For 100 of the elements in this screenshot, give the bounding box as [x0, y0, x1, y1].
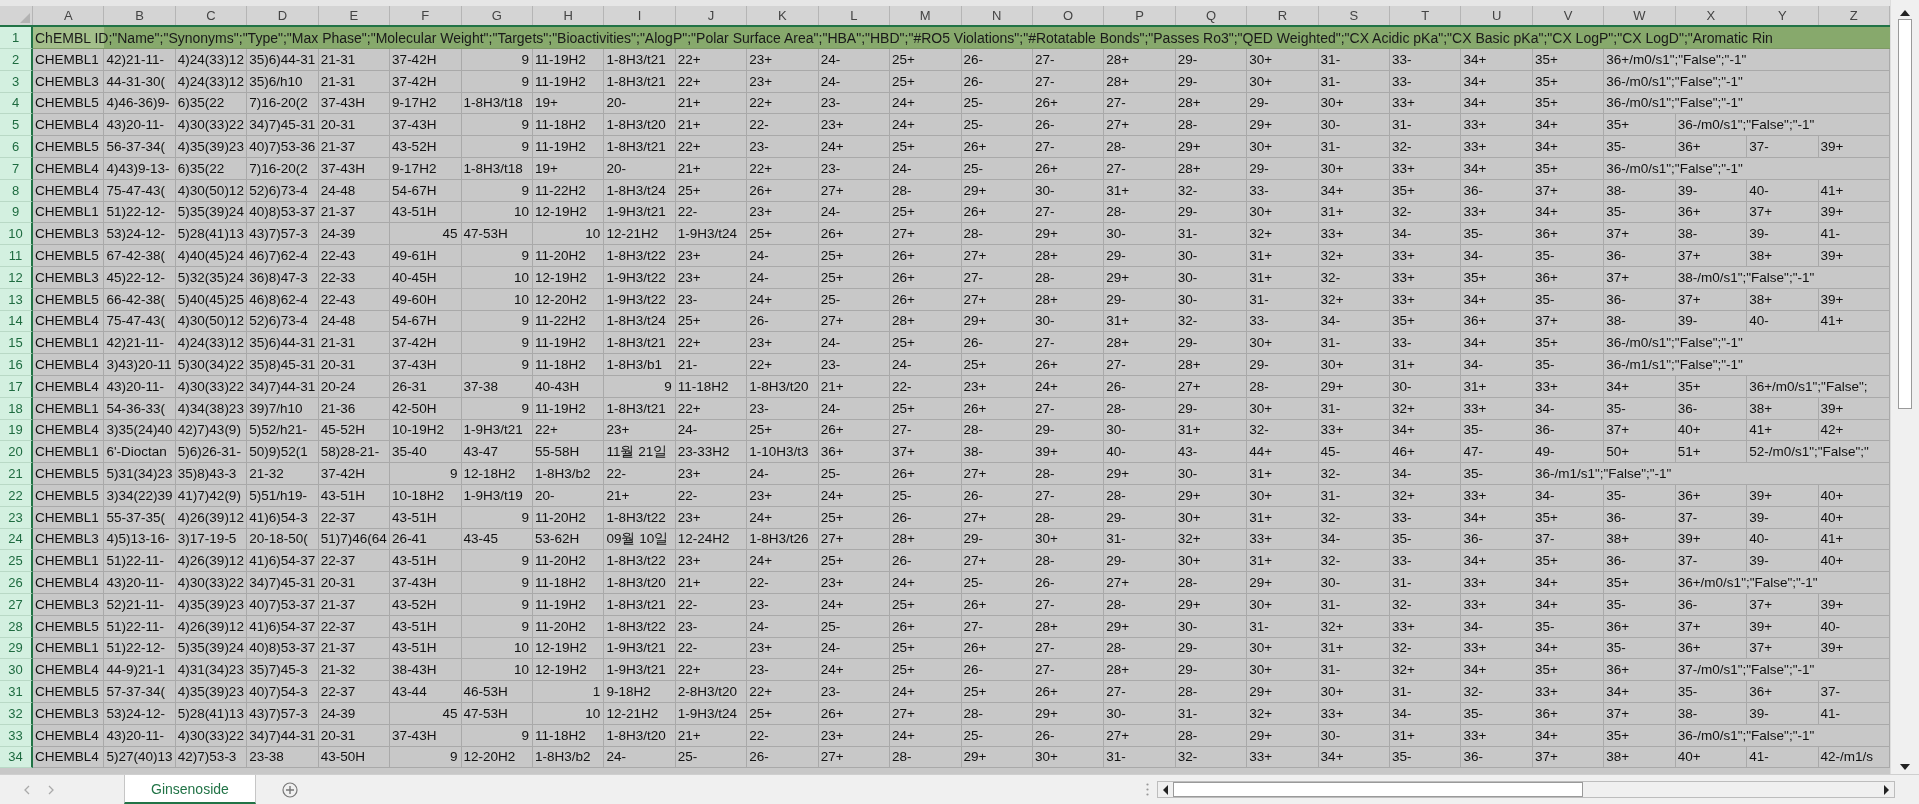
row-header[interactable]: 33	[0, 724, 33, 747]
table-cell: 28-	[1104, 397, 1176, 420]
column-header[interactable]: G	[461, 6, 533, 25]
row-header[interactable]: 8	[0, 179, 33, 202]
table-cell: 33+	[1461, 114, 1533, 137]
row-header[interactable]: 12	[0, 266, 33, 289]
row-header[interactable]: 17	[0, 375, 33, 398]
column-header[interactable]: F	[390, 6, 462, 25]
table-cell: 54-36-33(	[104, 397, 176, 420]
table-cell: 24-	[818, 332, 891, 355]
row-header[interactable]: 6	[0, 136, 33, 158]
table-cell: 52)6)73-4	[247, 179, 319, 202]
row-header[interactable]: 31	[0, 681, 33, 703]
caret-up-icon[interactable]	[1900, 9, 1910, 17]
row-header[interactable]: 32	[0, 702, 33, 725]
table-cell: 32+	[1247, 702, 1319, 725]
column-header[interactable]: J	[675, 6, 748, 25]
column-header[interactable]: I	[604, 6, 676, 25]
row-header[interactable]: 13	[0, 288, 33, 311]
column-header[interactable]: C	[175, 6, 248, 25]
table-cell: 30+	[1247, 637, 1319, 660]
caret-left-icon[interactable]	[1162, 784, 1169, 795]
caret-right-icon[interactable]	[1883, 784, 1890, 795]
column-header[interactable]: N	[961, 6, 1033, 25]
column-header[interactable]: B	[104, 6, 176, 25]
row-header[interactable]: 25	[0, 550, 33, 573]
table-cell: CHEMBL4	[33, 158, 105, 180]
row-header[interactable]: 5	[0, 114, 33, 137]
row-header[interactable]: 22	[0, 484, 33, 507]
row-header[interactable]: 18	[0, 397, 33, 420]
table-cell: 40)7)53-37	[247, 593, 319, 616]
row-header[interactable]: 15	[0, 332, 33, 355]
row-header[interactable]: 21	[0, 463, 33, 485]
row-header[interactable]: 30	[0, 659, 33, 682]
row-header[interactable]: 26	[0, 572, 33, 594]
table-cell: 27-	[961, 266, 1033, 289]
column-header[interactable]: U	[1461, 6, 1533, 25]
column-header[interactable]: L	[818, 6, 891, 25]
column-header[interactable]: T	[1390, 6, 1462, 25]
table-cell: 24-	[818, 201, 891, 224]
column-header[interactable]: M	[890, 6, 962, 25]
row-header[interactable]: 2	[0, 49, 33, 71]
scrollbar-thumb[interactable]	[1898, 19, 1912, 409]
column-header[interactable]: H	[532, 6, 605, 25]
horizontal-scrollbar[interactable]	[1157, 781, 1895, 798]
row-header[interactable]: 4	[0, 92, 33, 115]
row-header[interactable]: 29	[0, 637, 33, 660]
row-header[interactable]: 1	[0, 27, 33, 49]
drag-handle-icon[interactable]	[1146, 783, 1149, 796]
table-cell: 31-	[1247, 615, 1319, 638]
column-header[interactable]: W	[1604, 6, 1676, 25]
row-header[interactable]: 23	[0, 506, 33, 529]
table-cell: 34+	[1461, 158, 1533, 180]
row-header[interactable]: 3	[0, 70, 33, 93]
column-header[interactable]: V	[1532, 6, 1605, 25]
row-header[interactable]: 16	[0, 354, 33, 376]
scrollbar-thumb[interactable]	[1173, 782, 1583, 797]
table-cell: 1-9H3/t21	[604, 659, 676, 682]
table-cell: 31+	[1318, 201, 1391, 224]
row-header[interactable]: 28	[0, 615, 33, 638]
column-header[interactable]: Q	[1175, 6, 1248, 25]
table-cell: 54-67H	[390, 310, 462, 333]
column-header[interactable]: E	[318, 6, 391, 25]
row-header[interactable]: 9	[0, 201, 33, 224]
row-header[interactable]: 20	[0, 441, 33, 464]
column-header[interactable]: P	[1104, 6, 1176, 25]
row-header[interactable]: 34	[0, 746, 33, 769]
table-cell: 30+	[1247, 201, 1319, 224]
column-header[interactable]: X	[1675, 6, 1748, 25]
row-header[interactable]: 27	[0, 593, 33, 616]
column-header[interactable]: R	[1247, 6, 1319, 25]
table-cell: 35-	[1675, 681, 1748, 703]
column-header[interactable]: D	[247, 6, 319, 25]
row-header[interactable]: 11	[0, 245, 33, 267]
table-cell: 40-	[1104, 441, 1176, 464]
row-header[interactable]: 19	[0, 419, 33, 442]
table-cell: 23+	[818, 724, 891, 747]
row-header[interactable]: 14	[0, 310, 33, 333]
table-cell: 21-32	[247, 463, 319, 485]
column-header[interactable]: O	[1032, 6, 1105, 25]
table-cell: 26+	[961, 201, 1033, 224]
table-cell: 51+	[1675, 441, 1748, 464]
table-cell: 28+	[1032, 288, 1105, 311]
table-cell: 25-	[961, 92, 1033, 115]
row-header[interactable]: 10	[0, 223, 33, 246]
column-header[interactable]: S	[1318, 6, 1391, 25]
table-cell: 37-42H	[390, 332, 462, 355]
table-cell: 34-	[1390, 463, 1462, 485]
table-cell: 33+	[1461, 572, 1533, 594]
row-header[interactable]: 24	[0, 528, 33, 551]
add-sheet-icon[interactable]	[281, 781, 298, 798]
table-cell: 44+	[1247, 441, 1319, 464]
select-all-icon[interactable]	[20, 13, 30, 23]
column-header[interactable]: K	[747, 6, 819, 25]
caret-down-icon[interactable]	[1900, 763, 1910, 771]
table-cell: 30-	[1318, 114, 1391, 137]
column-header[interactable]: A	[33, 6, 105, 25]
sheet-tab[interactable]: Ginsenoside	[124, 775, 256, 804]
column-header[interactable]: Y	[1747, 6, 1819, 25]
row-header[interactable]: 7	[0, 158, 33, 180]
